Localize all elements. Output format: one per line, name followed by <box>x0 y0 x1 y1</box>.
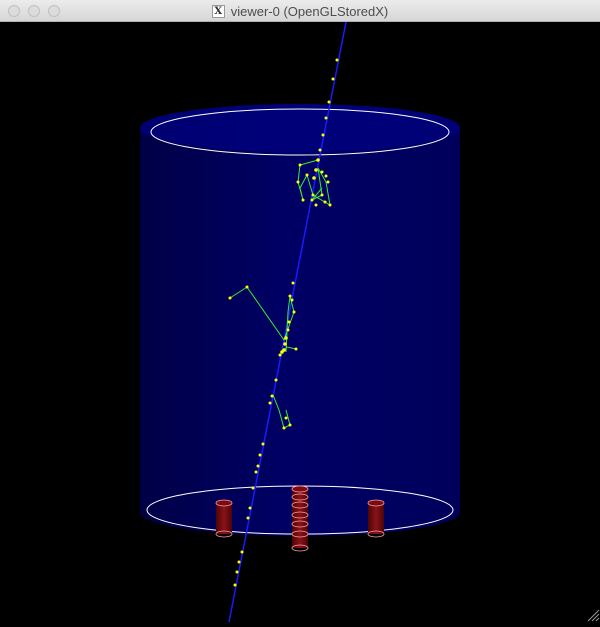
opengl-viewport[interactable] <box>0 21 600 623</box>
tube-right <box>367 499 385 538</box>
resize-grip-icon[interactable] <box>586 608 600 622</box>
window-title: X viewer-0 (OpenGLStoredX) <box>0 0 600 22</box>
title-bar[interactable]: X viewer-0 (OpenGLStoredX) <box>0 0 600 22</box>
x11-icon: X <box>211 4 225 18</box>
window-title-text: viewer-0 (OpenGLStoredX) <box>230 3 389 19</box>
tube-center <box>291 485 309 552</box>
app-window: X viewer-0 (OpenGLStoredX) <box>0 0 600 623</box>
detector-top-cap <box>140 104 460 152</box>
tube-left <box>215 499 233 538</box>
event-display-scene <box>140 21 460 623</box>
